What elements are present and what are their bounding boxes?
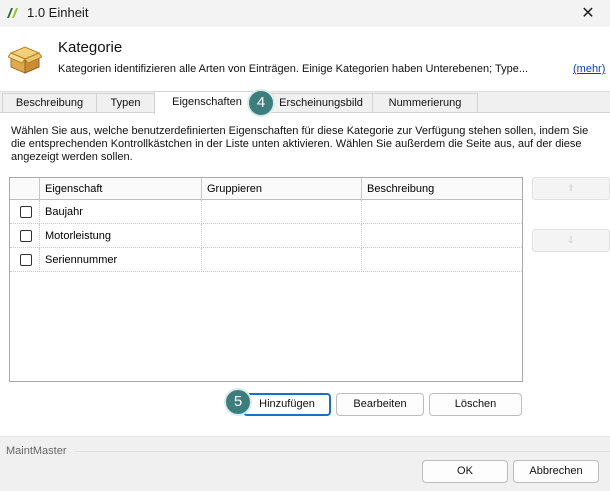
header-description: Kategorien identifizieren alle Arten von…	[58, 63, 529, 75]
tab-typen[interactable]: Typen	[96, 93, 155, 113]
dialog-header: Kategorie Kategorien identifizieren alle…	[0, 27, 610, 92]
tab-beschreibung[interactable]: Beschreibung	[2, 93, 97, 113]
title-bar: 1.0 Einheit ✕	[0, 0, 610, 27]
cell-beschreibung[interactable]	[362, 224, 522, 248]
instruction-text: Wählen Sie aus, welche benutzerdefiniert…	[11, 125, 589, 163]
step-marker-5: 5	[224, 388, 252, 416]
close-icon: ✕	[581, 5, 595, 22]
header-checkbox-column	[10, 178, 40, 200]
table-row[interactable]: Motorleistung	[10, 224, 522, 248]
move-up-button[interactable]: ⇧	[532, 177, 610, 200]
edit-button[interactable]: Bearbeiten	[336, 393, 424, 416]
cell-eigenschaft: Baujahr	[40, 200, 202, 224]
ok-button[interactable]: OK	[422, 460, 508, 483]
column-header-beschreibung[interactable]: Beschreibung	[362, 178, 522, 200]
step-marker-4: 4	[247, 89, 275, 117]
row-checkbox[interactable]	[20, 206, 32, 218]
more-link[interactable]: (mehr)	[573, 63, 605, 75]
column-header-eigenschaft[interactable]: Eigenschaft	[40, 178, 202, 200]
arrow-down-icon: ⇩	[567, 235, 575, 245]
window-title: 1.0 Einheit	[27, 5, 89, 20]
tab-bar: Beschreibung Typen Eigenschaften Erschei…	[0, 91, 610, 114]
tab-nummerierung[interactable]: Nummerierung	[372, 93, 478, 113]
table-row[interactable]: Seriennummer	[10, 248, 522, 272]
cell-beschreibung[interactable]	[362, 200, 522, 224]
footer-separator	[0, 436, 610, 437]
tab-content-eigenschaften: Wählen Sie aus, welche benutzerdefiniert…	[0, 112, 610, 436]
cell-gruppieren[interactable]	[202, 200, 362, 224]
cell-eigenschaft: Motorleistung	[40, 224, 202, 248]
box-icon	[8, 46, 42, 74]
cell-gruppieren[interactable]	[202, 224, 362, 248]
checkbox-cell	[10, 200, 40, 224]
tab-erscheinungsbild[interactable]: Erscheinungsbild	[259, 93, 373, 113]
row-checkbox[interactable]	[20, 230, 32, 242]
add-button[interactable]: Hinzufügen	[243, 393, 331, 416]
arrow-up-icon: ⇧	[567, 183, 575, 193]
move-down-button[interactable]: ⇩	[532, 229, 610, 252]
tab-eigenschaften[interactable]: Eigenschaften	[154, 91, 260, 114]
table-row[interactable]: Baujahr	[10, 200, 522, 224]
row-checkbox[interactable]	[20, 254, 32, 266]
column-header-gruppieren[interactable]: Gruppieren	[202, 178, 362, 200]
grid-header: Eigenschaft Gruppieren Beschreibung	[10, 178, 522, 200]
cancel-button[interactable]: Abbrechen	[513, 460, 599, 483]
cell-beschreibung[interactable]	[362, 248, 522, 272]
cell-eigenschaft: Seriennummer	[40, 248, 202, 272]
delete-button[interactable]: Löschen	[429, 393, 522, 416]
checkbox-cell	[10, 248, 40, 272]
cell-gruppieren[interactable]	[202, 248, 362, 272]
close-button[interactable]: ✕	[566, 0, 610, 27]
properties-grid: Eigenschaft Gruppieren Beschreibung Bauj…	[9, 177, 523, 382]
brand-label: MaintMaster	[6, 445, 71, 457]
maintmaster-logo-icon	[7, 8, 18, 18]
header-title: Kategorie	[58, 39, 123, 56]
checkbox-cell	[10, 224, 40, 248]
brand-divider	[74, 451, 610, 452]
